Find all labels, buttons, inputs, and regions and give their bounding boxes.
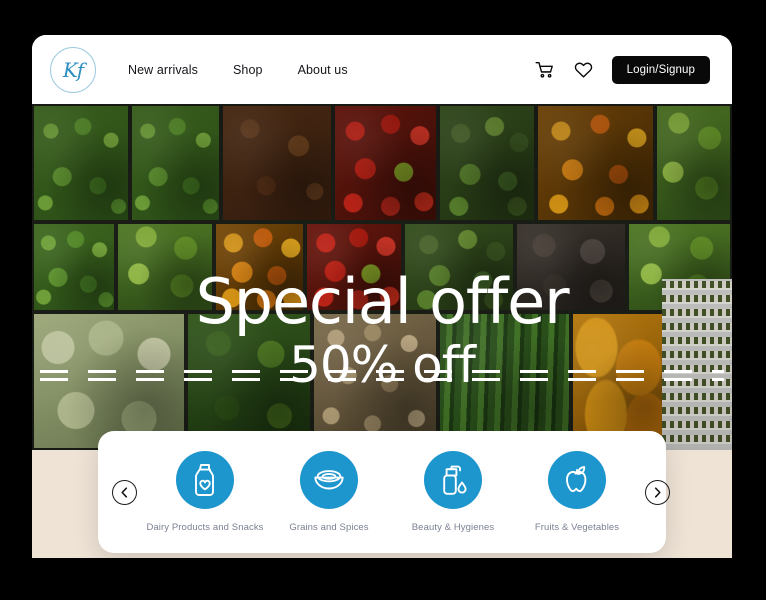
website-canvas: Kf New arrivals Shop About us Login/Sign… bbox=[32, 35, 732, 558]
milk-bottle-heart-icon bbox=[176, 451, 234, 509]
chevron-right-icon[interactable] bbox=[645, 479, 670, 505]
category-item-grains[interactable]: Grains and Spices bbox=[267, 451, 391, 533]
soap-dispenser-droplet-icon bbox=[424, 451, 482, 509]
category-label: Grains and Spices bbox=[289, 522, 369, 533]
category-label: Dairy Products and Snacks bbox=[146, 522, 264, 533]
category-list: Dairy Products and Snacks Grains and Spi… bbox=[137, 451, 645, 533]
brand-logo[interactable]: Kf bbox=[50, 46, 96, 93]
shopping-cart-icon[interactable] bbox=[534, 59, 555, 80]
brand-monogram: Kf bbox=[62, 57, 84, 82]
hero-banner: Special offer 50% off bbox=[32, 104, 732, 450]
category-carousel: Dairy Products and Snacks Grains and Spi… bbox=[98, 431, 670, 553]
nav-about-us[interactable]: About us bbox=[298, 63, 348, 77]
category-item-fruits[interactable]: Fruits & Vegetables bbox=[515, 451, 639, 533]
heart-icon[interactable] bbox=[573, 59, 594, 80]
main-nav: New arrivals Shop About us bbox=[128, 63, 348, 77]
hero-title: Special offer bbox=[195, 265, 570, 338]
site-header: Kf New arrivals Shop About us Login/Sign… bbox=[32, 35, 732, 104]
category-label: Fruits & Vegetables bbox=[534, 522, 620, 533]
category-item-dairy[interactable]: Dairy Products and Snacks bbox=[143, 451, 267, 533]
nav-new-arrivals[interactable]: New arrivals bbox=[128, 63, 198, 77]
apple-icon bbox=[548, 451, 606, 509]
category-item-beauty[interactable]: Beauty & Hygienes bbox=[391, 451, 515, 533]
nav-shop[interactable]: Shop bbox=[233, 63, 263, 77]
screenshot-frame: Kf New arrivals Shop About us Login/Sign… bbox=[0, 0, 766, 600]
header-actions: Login/Signup bbox=[534, 55, 710, 84]
chevron-left-icon[interactable] bbox=[112, 479, 137, 505]
category-label: Beauty & Hygienes bbox=[411, 522, 495, 533]
rice-bowl-icon bbox=[300, 451, 358, 509]
hero-copy: Special offer 50% off bbox=[32, 265, 732, 394]
hero-subtitle: 50% off bbox=[289, 335, 476, 394]
login-signup-button[interactable]: Login/Signup bbox=[611, 55, 710, 84]
